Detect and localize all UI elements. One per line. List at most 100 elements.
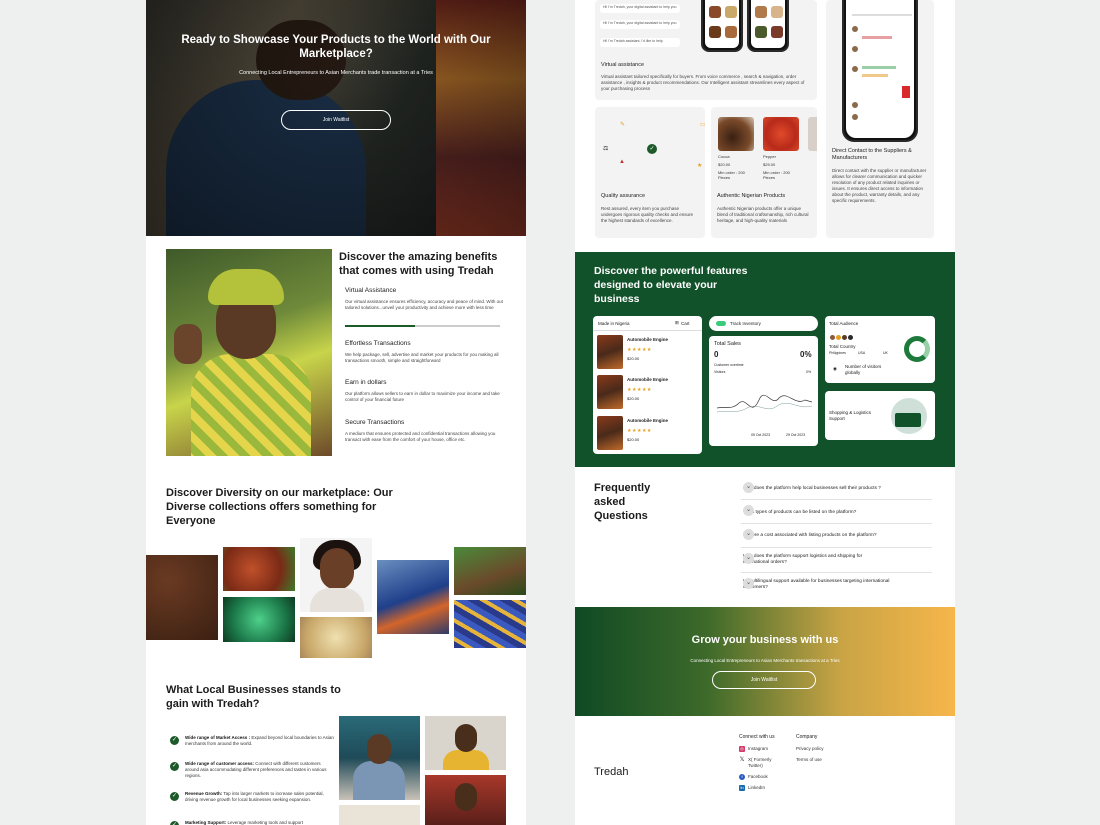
- benefit-secure-transactions[interactable]: Secure Transactions A medium that ensure…: [345, 419, 505, 443]
- product-price: $20.00: [718, 162, 731, 167]
- instagram-icon: ◎: [739, 746, 745, 752]
- avatar: [852, 26, 858, 32]
- total-sales-value: 0: [714, 350, 719, 359]
- landing-page-left: Ready to Showcase Your Products to the W…: [146, 0, 526, 825]
- authentic-products-card: Cocoa $20.00 Min order : 200 Pieces Pepp…: [711, 107, 817, 238]
- direct-contact-card: Direct Contact to the Suppliers & Manufa…: [826, 0, 934, 238]
- product-image: [808, 117, 817, 151]
- photo-shirt: [353, 761, 405, 800]
- food-thumb: [709, 6, 721, 18]
- facebook-link[interactable]: f Facebook: [739, 774, 783, 780]
- chevron-down-icon[interactable]: ⌄: [743, 553, 754, 564]
- chat-bubble: Hi! I'm Tredah, your digital assistant t…: [600, 20, 680, 29]
- social-label: Instagram: [748, 746, 769, 751]
- chevron-down-icon[interactable]: ⌄: [743, 529, 754, 540]
- product-card-partial[interactable]: [808, 117, 817, 151]
- chat-bubble: Hi! I'm Tredah, your digital assistant t…: [600, 4, 680, 13]
- gain-photo-man-yellow: [425, 716, 506, 770]
- cart-label[interactable]: Cart: [681, 321, 690, 326]
- visitors-percent: 0%: [806, 370, 812, 374]
- benefit-earn-in-dollars[interactable]: Earn in dollars Our platform allows sell…: [345, 379, 505, 403]
- chevron-down-icon[interactable]: ⌄: [743, 482, 754, 493]
- scale-icon: ⚖: [603, 146, 609, 152]
- instagram-link[interactable]: ◎ Instagram: [739, 746, 783, 752]
- phone-mockup: [842, 0, 918, 142]
- country-3: UK: [883, 351, 888, 355]
- audience-donut-chart: [904, 336, 930, 362]
- faq-item[interactable]: How does the platform help local busines…: [741, 478, 932, 500]
- product-card-cocoa[interactable]: Cocoa $20.00 Min order : 200 Pieces: [718, 117, 758, 180]
- footer-company-column: Company Privacy policy Terms of use: [796, 734, 824, 768]
- product-row[interactable]: Automobile Engine ★★★★★ $20.00: [597, 375, 697, 413]
- photo-face: [367, 734, 391, 764]
- check-icon: ✓: [170, 821, 179, 825]
- phone-screen: [846, 0, 914, 138]
- food-thumb: [755, 26, 767, 38]
- product-card-pepper[interactable]: Pepper $25.00 Min order : 200 Pieces: [763, 117, 803, 180]
- footer-brand[interactable]: Tredah: [594, 766, 628, 778]
- visitors-label: Visitors: [714, 370, 726, 374]
- faq-item[interactable]: How does the platform support logistics …: [741, 549, 932, 573]
- twitter-link[interactable]: 𝕏 X( Formerly Twitter): [739, 757, 783, 769]
- faq-item[interactable]: What types of products can be listed on …: [741, 501, 932, 524]
- direct-contact-title: Direct Contact to the Suppliers & Manufa…: [832, 148, 912, 161]
- landing-page-right: Hi! I'm Tredah, your digital assistant t…: [575, 0, 955, 825]
- benefit-effortless-transactions[interactable]: Effortless Transactions We help package,…: [345, 340, 505, 364]
- chevron-down-icon[interactable]: ⌄: [743, 578, 754, 589]
- image-headwrap: [208, 269, 284, 305]
- total-sales-percent: 0%: [800, 350, 812, 359]
- features-section: Discover the powerful features designed …: [575, 252, 955, 467]
- country-2: USA: [858, 351, 866, 355]
- faq-question: Is there a cost associated with listing …: [743, 533, 877, 538]
- cart-icon[interactable]: ⊞: [675, 320, 679, 326]
- food-thumb: [771, 26, 783, 38]
- status-line: [862, 74, 888, 77]
- benefit-virtual-assistance[interactable]: Virtual Assistance Our virtual assistanc…: [345, 287, 505, 311]
- benefit-text: We help package, sell, advertise and mar…: [345, 352, 499, 363]
- chevron-down-icon[interactable]: ⌄: [743, 505, 754, 516]
- total-sales-title: Total Sales: [714, 341, 741, 347]
- join-waitlist-button[interactable]: Join Waitlist: [712, 671, 816, 689]
- food-thumb: [755, 6, 767, 18]
- benefit-title: Virtual Assistance: [345, 287, 397, 294]
- product-row[interactable]: Automobile Engine ★★★★★ $20.00: [597, 335, 697, 373]
- privacy-policy-link[interactable]: Privacy policy: [796, 746, 824, 752]
- product-thumb: [597, 335, 623, 369]
- star-rating: ★★★★★: [627, 428, 652, 434]
- phone-mockup: [747, 0, 789, 52]
- quality-assurance-text: Rest assured, every item you purchase un…: [601, 206, 694, 223]
- product-thumb: [597, 375, 623, 409]
- shipping-logistics-label: Shopping & Logistics Support: [829, 410, 872, 421]
- image-dress: [191, 354, 311, 456]
- collection-industrial-worker-image: [377, 560, 449, 634]
- toggle-switch[interactable]: [716, 321, 726, 326]
- portrait-body: [310, 588, 364, 612]
- total-country-title: Total Country: [829, 344, 856, 349]
- portrait-face: [320, 548, 354, 590]
- list-line: [852, 14, 912, 16]
- track-inventory-pill[interactable]: Track Inventory: [709, 316, 818, 331]
- gain-text: Leverage marketing tools and support: [226, 820, 304, 825]
- linkedin-link[interactable]: in LinkedIn: [739, 785, 783, 791]
- faq-item[interactable]: Is multilingual support available for bu…: [741, 574, 932, 598]
- photo-face: [455, 724, 477, 752]
- faq-question: What types of products can be listed on …: [743, 510, 857, 515]
- check-icon: ✓: [647, 144, 657, 154]
- gain-item: ✓ Wide range of customer access: Connect …: [170, 761, 335, 779]
- product-list-card: Made in Nigeria ⊞ Cart Automobile Engine…: [593, 316, 702, 454]
- grow-title: Grow your business with us: [691, 634, 839, 646]
- authentic-products-title: Authentic Nigerian Products: [717, 193, 786, 199]
- terms-of-use-link[interactable]: Terms of use: [796, 757, 824, 763]
- avatar: [852, 46, 858, 52]
- check-icon: ✓: [170, 792, 179, 801]
- faq-item[interactable]: Is there a cost associated with listing …: [741, 525, 932, 548]
- collection-gemstones-image: [223, 597, 295, 642]
- join-waitlist-button[interactable]: Join Waitlist: [281, 110, 391, 130]
- product-name: Cocoa: [718, 154, 730, 159]
- benefit-text: Our virtual assistance ensures efficienc…: [345, 299, 503, 310]
- grow-subtitle: Connecting Local Entrepreneurs to Asian …: [690, 658, 840, 663]
- diversity-title: Discover Diversity on our marketplace: O…: [166, 487, 393, 527]
- product-row[interactable]: Automobile Engine ★★★★★ $20.00: [597, 416, 697, 454]
- food-thumb: [709, 26, 721, 38]
- chat-bubble: Hi! I'm Tredah assistant, I'd like to he…: [600, 38, 680, 47]
